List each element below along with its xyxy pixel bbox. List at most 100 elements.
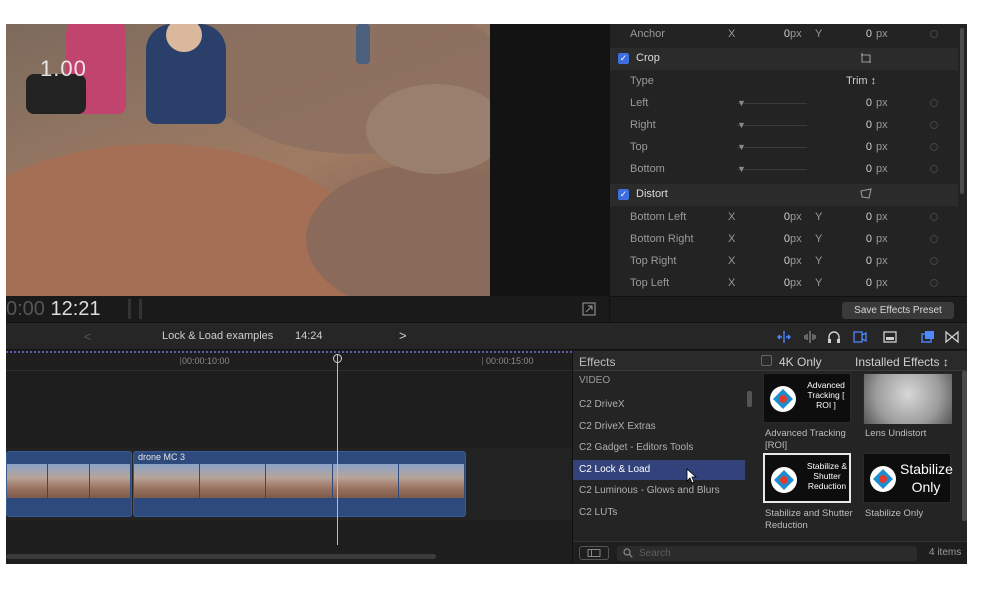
clip-thumbnails xyxy=(134,464,465,498)
distort-y-value[interactable]: 0 xyxy=(832,233,872,245)
effect-thumbnail-text: Stabilize Only xyxy=(900,461,953,495)
anchor-x-value[interactable]: 0 xyxy=(750,28,790,40)
crop-type-select[interactable]: Trim ↕ xyxy=(846,75,876,87)
crop-onscreen-control-icon[interactable] xyxy=(860,52,872,64)
effects-title: Effects xyxy=(579,355,616,369)
audio-skimming-icon[interactable] xyxy=(802,329,818,345)
keyframe-icon[interactable] xyxy=(930,30,938,38)
effects-category-item[interactable]: C2 DriveX Extras xyxy=(573,417,745,437)
distort-row: Top Right X 0 px Y 0 px xyxy=(610,251,958,272)
distort-x-value[interactable]: 0 xyxy=(750,233,790,245)
distort-y-value[interactable]: 0 xyxy=(832,211,872,223)
4k-only-checkbox[interactable] xyxy=(761,355,772,366)
effects-category-item[interactable]: C2 Luminous - Glows and Blurs xyxy=(573,481,745,501)
keyframe-icon[interactable] xyxy=(930,279,938,287)
distort-x-unit: px xyxy=(790,277,802,289)
effects-list-scrollbar[interactable] xyxy=(747,391,752,407)
distort-title: Distort xyxy=(636,188,668,200)
clip-appearance-icon[interactable] xyxy=(882,329,898,345)
slider-knob-icon[interactable]: ▼ xyxy=(737,120,746,130)
timeline-scrollbar[interactable] xyxy=(6,554,436,559)
timeline-toolbar: < Lock & Load examples 14:24 > xyxy=(6,322,967,350)
crop-slider[interactable] xyxy=(737,103,807,104)
timeline[interactable]: 00:00:10:00 00:00:15:00 drone MC 3 xyxy=(6,351,572,564)
distort-checkbox[interactable]: ✓ xyxy=(618,189,629,200)
clip-thumbnail xyxy=(266,464,333,498)
installed-effects-select[interactable]: Installed Effects ↕ xyxy=(855,355,949,369)
crop-slider[interactable] xyxy=(737,125,807,126)
inspector-scrollbar[interactable] xyxy=(960,28,964,194)
search-input[interactable] xyxy=(639,547,909,560)
timeline-ruler[interactable]: 00:00:10:00 00:00:15:00 xyxy=(6,351,572,371)
timeline-clip-drone[interactable]: drone MC 3 xyxy=(133,451,466,517)
clip-thumbnail xyxy=(7,464,49,498)
4k-only-label: 4K Only xyxy=(779,355,822,369)
crop-slider[interactable] xyxy=(737,147,807,148)
anchor-y-value[interactable]: 0 xyxy=(832,28,872,40)
slider-knob-icon[interactable]: ▼ xyxy=(737,164,746,174)
crop-row-value[interactable]: 0 xyxy=(832,163,872,175)
skimming-icon[interactable] xyxy=(776,329,792,345)
transitions-browser-icon[interactable] xyxy=(944,329,960,345)
keyframe-icon[interactable] xyxy=(930,143,938,151)
effects-category-item[interactable]: C2 DriveX xyxy=(573,395,745,415)
save-effects-preset-button[interactable]: Save Effects Preset xyxy=(842,302,954,319)
effects-grid: Advanced Tracking [ ROI ] Advanced Track… xyxy=(753,371,967,541)
crop-row: Top ▼ 0 px xyxy=(610,137,958,158)
distort-y-value[interactable]: 0 xyxy=(832,255,872,267)
effects-category-item[interactable]: C2 Gadget - Editors Tools xyxy=(573,438,745,458)
distort-y-axis: Y xyxy=(815,277,823,289)
effects-browser-icon[interactable] xyxy=(920,329,936,345)
effects-footer: 4 items xyxy=(573,541,967,564)
sidebar-toggle-button[interactable] xyxy=(579,546,609,560)
ruler-tick-label: 00:00:10:00 xyxy=(182,356,230,366)
clip-name: drone MC 3 xyxy=(138,452,186,462)
distort-x-value[interactable]: 0 xyxy=(750,255,790,267)
crop-row-value[interactable]: 0 xyxy=(832,97,872,109)
headphones-icon[interactable] xyxy=(826,329,842,345)
distort-y-value[interactable]: 0 xyxy=(832,277,872,289)
effects-category-label: VIDEO xyxy=(579,375,611,386)
effects-search[interactable] xyxy=(617,546,917,561)
distort-x-value[interactable]: 0 xyxy=(750,277,790,289)
effects-category-item[interactable]: C2 Lock & Load xyxy=(573,459,745,480)
anchor-label: Anchor xyxy=(630,28,665,40)
keyframe-icon[interactable] xyxy=(930,121,938,129)
crop-checkbox[interactable]: ✓ xyxy=(618,53,629,64)
mouse-cursor-icon xyxy=(686,468,698,484)
fullscreen-icon[interactable] xyxy=(582,302,596,316)
distort-x-unit: px xyxy=(790,211,802,223)
playhead[interactable] xyxy=(337,355,338,545)
timeline-clip[interactable] xyxy=(6,451,132,517)
slider-knob-icon[interactable]: ▼ xyxy=(737,98,746,108)
forward-button[interactable]: > xyxy=(399,328,407,343)
effects-category-item[interactable]: C2 LUTs xyxy=(573,503,745,523)
slider-knob-icon[interactable]: ▼ xyxy=(737,142,746,152)
playhead-handle[interactable] xyxy=(333,354,342,363)
effect-thumbnail-text: Stabilize & Shutter Reduction xyxy=(806,461,848,491)
effects-browser: Effects VIDEO C2 DriveX C2 DriveX Extras C2… xyxy=(572,351,967,564)
keyframe-icon[interactable] xyxy=(930,213,938,221)
back-button[interactable]: < xyxy=(84,329,92,344)
effects-category-label: C2 DriveX xyxy=(579,399,625,410)
keyframe-icon[interactable] xyxy=(930,165,938,173)
effect-caption: Stabilize Only xyxy=(865,508,924,519)
crop-row-value[interactable]: 0 xyxy=(832,119,872,131)
crop-row-unit: px xyxy=(876,141,888,153)
crop-row-value[interactable]: 0 xyxy=(832,141,872,153)
effects-grid-scrollbar[interactable] xyxy=(962,371,967,521)
solo-icon[interactable] xyxy=(852,329,868,345)
distort-x-axis: X xyxy=(728,233,736,245)
distort-y-unit: px xyxy=(876,277,888,289)
keyframe-icon[interactable] xyxy=(930,99,938,107)
item-count: 4 items xyxy=(929,547,962,558)
keyframe-icon[interactable] xyxy=(930,235,938,243)
distort-y-axis: Y xyxy=(815,255,823,267)
video-frame: 1.00 xyxy=(6,24,490,296)
distort-x-axis: X xyxy=(728,211,736,223)
crop-row: Left ▼ 0 px xyxy=(610,93,958,114)
distort-onscreen-control-icon[interactable] xyxy=(860,188,872,200)
keyframe-icon[interactable] xyxy=(930,257,938,265)
distort-x-value[interactable]: 0 xyxy=(750,211,790,223)
crop-slider[interactable] xyxy=(737,169,807,170)
